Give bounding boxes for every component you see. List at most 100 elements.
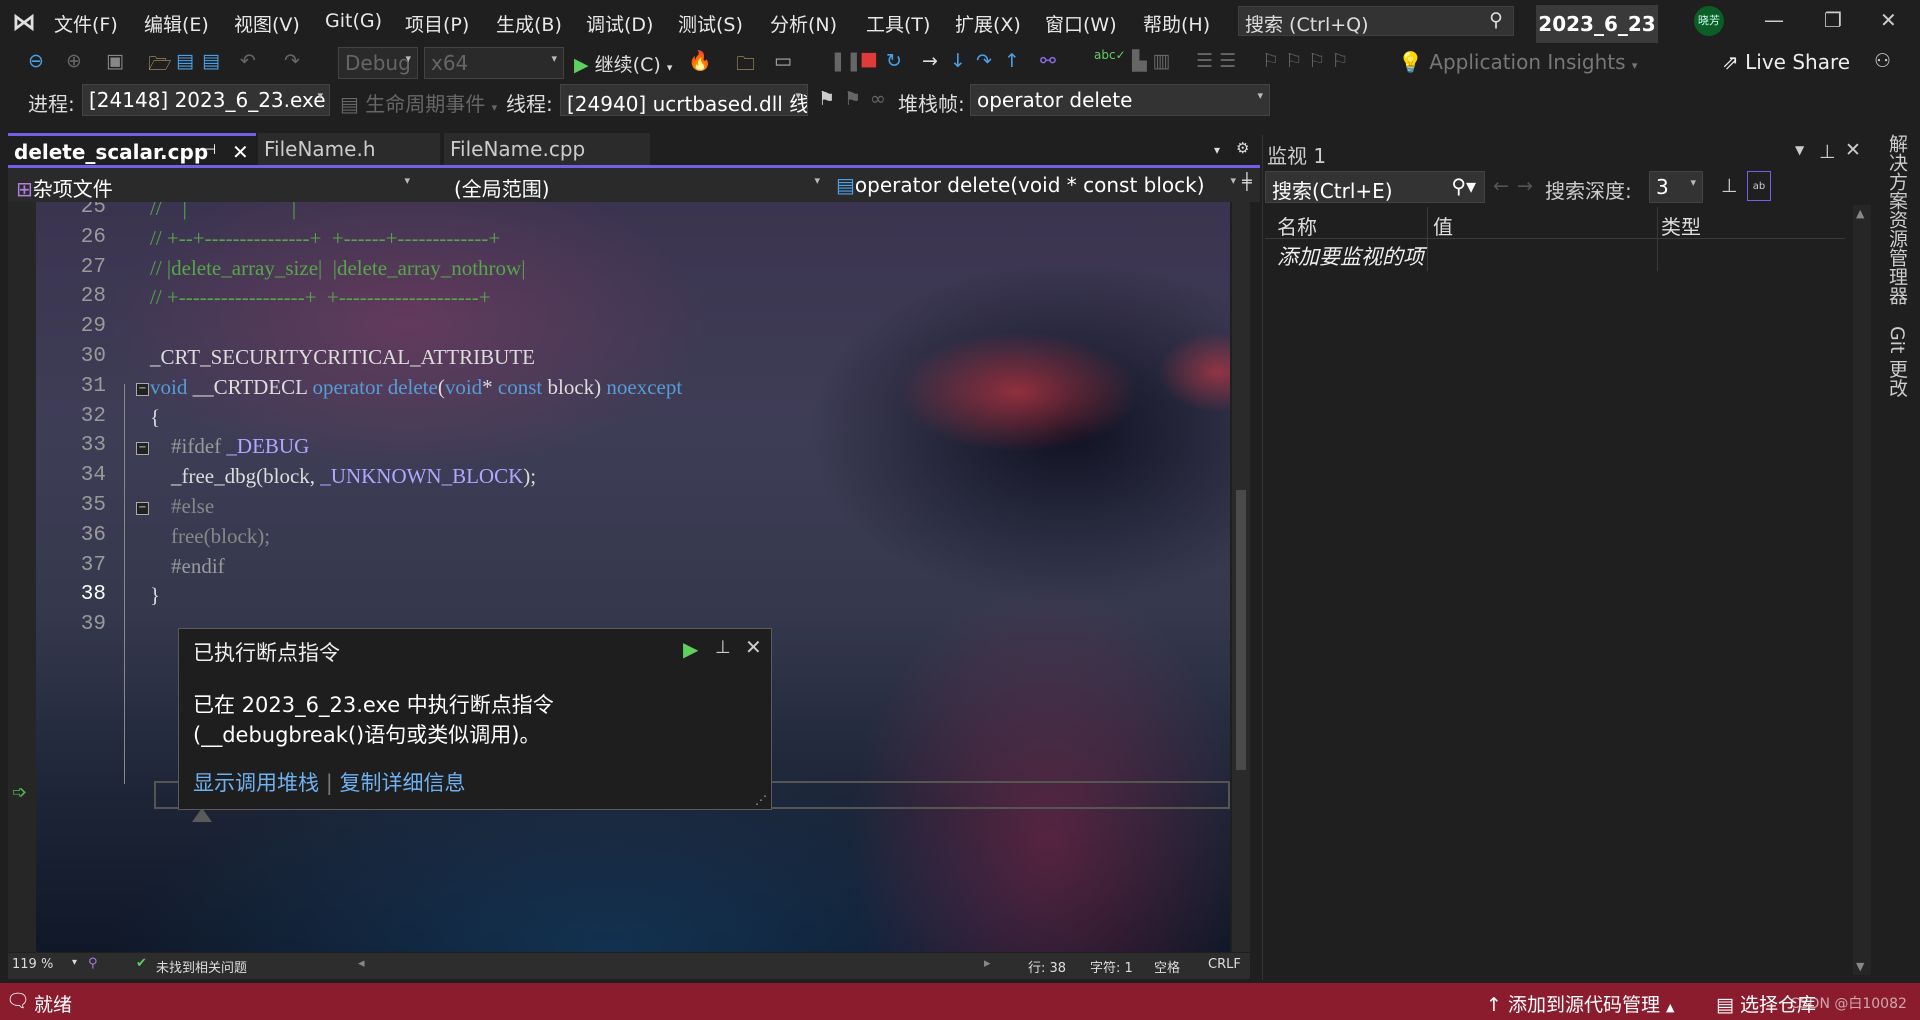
menu-item[interactable]: 窗口(W)	[1045, 10, 1117, 37]
continue-play-icon[interactable]: ▶	[683, 637, 698, 661]
tab-filename-h[interactable]: FileName.h	[258, 133, 440, 166]
live-share-button[interactable]: ⇗ Live Share	[1722, 50, 1850, 74]
open-folder-icon[interactable]: 🗁	[148, 50, 172, 82]
zoom-dropdown-icon[interactable]: ▾	[72, 957, 77, 968]
code-line[interactable]: #endif	[150, 554, 225, 579]
platform-dropdown[interactable]: x64 ▾	[424, 47, 564, 79]
code-line[interactable]: free(block);	[150, 524, 270, 549]
menu-item[interactable]: 扩展(X)	[955, 10, 1021, 37]
save-icon[interactable]: ▤	[176, 50, 194, 72]
menu-item[interactable]: 测试(S)	[678, 10, 743, 37]
undo-icon[interactable]: ↶	[240, 50, 256, 72]
menu-item[interactable]: 视图(V)	[234, 10, 300, 37]
zoom-level[interactable]: 119 %	[12, 957, 53, 972]
column-name[interactable]: 名称	[1277, 211, 1317, 240]
editor-scroll-thumb[interactable]	[1236, 490, 1246, 770]
step-into-icon[interactable]: ↓	[950, 50, 966, 72]
whitespace-status[interactable]: 空格	[1154, 957, 1180, 976]
find-folder-icon[interactable]: 🗀	[736, 50, 755, 82]
watch-scrollbar[interactable]: ▲ ▼	[1853, 205, 1871, 975]
scroll-left-icon[interactable]: ◂	[358, 956, 365, 971]
search-depth-dropdown[interactable]: 3 ▾	[1649, 171, 1703, 203]
thread-dropdown[interactable]: [24940] ucrtbased.dll 线 ▾	[560, 84, 808, 116]
settings-gear-icon[interactable]: ⚙	[1236, 139, 1249, 157]
char-number-status[interactable]: 字符: 1	[1090, 957, 1133, 976]
watch-search-input[interactable]: 搜索(Ctrl+E) ⚲▾	[1265, 171, 1485, 203]
column-value[interactable]: 值	[1433, 211, 1453, 240]
code-line[interactable]: void __CRTDECL operator delete(void* con…	[150, 375, 682, 400]
step-out-icon[interactable]: ↑	[1004, 50, 1020, 72]
close-popup-icon[interactable]: ✕	[745, 635, 762, 659]
comment-icon[interactable]: ▙ ▥	[1132, 50, 1171, 72]
pin-watch-icon[interactable]: ⊥	[1721, 175, 1738, 197]
intellicode-icon[interactable]: ⚲	[88, 956, 98, 971]
code-line[interactable]: #ifdef _DEBUG	[150, 434, 309, 459]
collapse-toggle-icon[interactable]: −	[136, 442, 149, 456]
code-line[interactable]: // | |	[150, 202, 296, 221]
search-forward-icon[interactable]: →	[1517, 175, 1533, 197]
code-line[interactable]: }	[150, 583, 160, 608]
collapse-toggle-icon[interactable]: −	[136, 382, 149, 396]
issues-status[interactable]: 未找到相关问题	[156, 957, 247, 976]
code-editor[interactable]: 25 // | | 26 // +--+---------------+ +-----…	[8, 202, 1230, 952]
new-project-icon[interactable]: ▣	[106, 50, 124, 72]
add-source-control-button[interactable]: ↑ 添加到源代码管理 ▲	[1486, 990, 1675, 1017]
menu-item[interactable]: 帮助(H)	[1143, 10, 1210, 37]
menu-item[interactable]: 工具(T)	[866, 10, 930, 37]
spell-check-icon[interactable]: abc✓	[1094, 48, 1126, 62]
code-line[interactable]: // |delete_array_size| |delete_array_not…	[150, 256, 525, 281]
avatar[interactable]: 晓芳	[1694, 6, 1724, 36]
show-call-stack-link[interactable]: 显示调用堆栈	[193, 771, 319, 795]
configuration-dropdown[interactable]: Debug ▾	[338, 47, 418, 79]
pin-icon[interactable]: ⊣	[204, 142, 216, 158]
member-dropdown[interactable]: ▤operator delete(void * const block) ▾	[830, 170, 1242, 202]
notification-icon[interactable]: 🗨	[6, 989, 30, 1012]
toggle-icon[interactable]: ∞	[870, 88, 886, 110]
git-changes-tab[interactable]: Git 更改	[1884, 326, 1911, 398]
window-icon[interactable]: ▭	[774, 50, 792, 72]
flag-thread-icon[interactable]: ⚑	[818, 88, 835, 110]
menu-item[interactable]: Git(G)	[325, 10, 382, 32]
restore-button[interactable]: ❐	[1824, 8, 1842, 32]
search-box[interactable]: 搜索 (Ctrl+Q) ⚲	[1238, 6, 1514, 36]
step-over-icon[interactable]: ↷	[976, 50, 992, 72]
bookmark-icon[interactable]: ⚐ ⚐ ⚐ ⚐	[1262, 50, 1348, 72]
menu-item[interactable]: 生成(B)	[496, 10, 562, 37]
feedback-icon[interactable]: ⚇	[1874, 50, 1891, 72]
scope-dropdown[interactable]: (全局范围) ▾	[420, 170, 826, 202]
code-line[interactable]: _free_dbg(block, _UNKNOWN_BLOCK);	[150, 464, 536, 489]
scroll-right-icon[interactable]: ▸	[984, 956, 991, 971]
minimize-button[interactable]: —	[1764, 8, 1784, 32]
restart-icon[interactable]: ↻	[886, 50, 902, 72]
view-as-text-icon[interactable]: ab	[1747, 171, 1771, 201]
close-tab-icon[interactable]: ✕	[232, 140, 249, 164]
forward-icon[interactable]: ⊕	[66, 50, 82, 72]
close-panel-icon[interactable]: ✕	[1845, 139, 1861, 161]
continue-button[interactable]: ▶ 继续(C) ▾	[574, 50, 672, 77]
line-ending-status[interactable]: CRLF	[1208, 957, 1241, 972]
indent-icon[interactable]: ☰ ☰	[1196, 50, 1236, 72]
tab-filename-cpp[interactable]: FileName.cpp	[444, 133, 650, 166]
menu-item[interactable]: 调试(D)	[586, 10, 653, 37]
menu-item[interactable]: 分析(N)	[770, 10, 837, 37]
lifecycle-events-button[interactable]: ▤ 生命周期事件 ▾	[340, 88, 497, 117]
pin-popup-icon[interactable]: ⊥	[715, 637, 731, 658]
line-number-status[interactable]: 行: 38	[1028, 957, 1066, 976]
close-window-button[interactable]: ✕	[1880, 8, 1897, 32]
back-icon[interactable]: ⊖	[28, 50, 44, 72]
pause-icon[interactable]: ❚❚	[830, 50, 862, 72]
tab-overflow-dropdown[interactable]: ▾	[1214, 143, 1220, 157]
collapse-toggle-icon[interactable]: −	[136, 502, 149, 515]
code-line[interactable]: #else	[150, 494, 214, 519]
stop-icon[interactable]: ■	[860, 48, 878, 70]
code-line[interactable]: _CRT_SECURITYCRITICAL_ATTRIBUTE	[150, 345, 535, 370]
diagnostics-icon[interactable]: ⚯	[1040, 50, 1056, 72]
column-type[interactable]: 类型	[1661, 211, 1701, 240]
code-line[interactable]: // +--+---------------+ +------+--------…	[150, 226, 500, 251]
solution-explorer-tab[interactable]: 解决方案资源管理器	[1884, 134, 1911, 305]
code-line[interactable]: // +------------------+ +---------------…	[150, 285, 491, 310]
panel-options-icon[interactable]: ▼	[1795, 143, 1804, 157]
pin-panel-icon[interactable]: ⊥	[1819, 141, 1836, 163]
add-watch-item-row[interactable]: 添加要监视的项	[1277, 241, 1424, 271]
menu-item[interactable]: 编辑(E)	[144, 10, 209, 37]
